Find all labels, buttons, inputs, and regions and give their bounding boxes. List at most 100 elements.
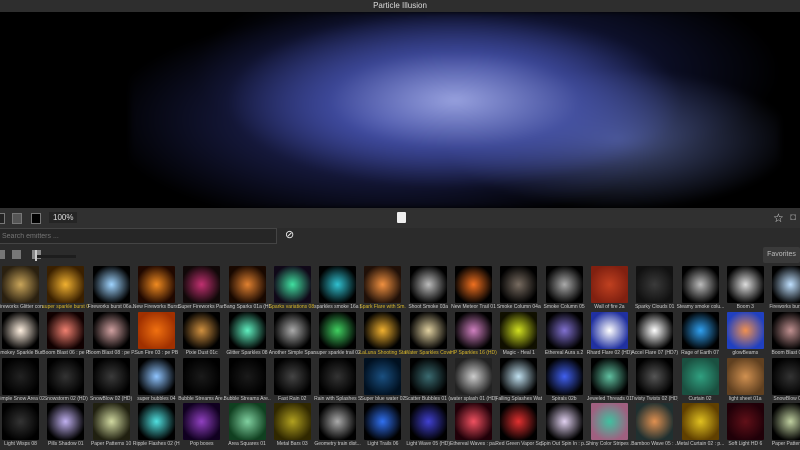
emitter-item[interactable]: Super blue water 02 — [361, 357, 406, 403]
emitter-thumbnail[interactable] — [409, 311, 447, 349]
preview-canvas[interactable] — [0, 12, 800, 208]
emitter-thumbnail[interactable] — [455, 403, 492, 441]
emitter-thumbnail[interactable] — [319, 403, 357, 441]
emitter-thumbnail[interactable] — [319, 357, 357, 395]
emitter-item[interactable]: New Fireworks Burst... — [133, 265, 180, 311]
emitter-item[interactable]: glowBeams — [724, 311, 769, 357]
emitter-item[interactable]: Ethereal Waves : pa... — [450, 402, 497, 448]
emitter-item[interactable]: Light Wisps 08 — [0, 402, 44, 448]
emitter-item[interactable]: Rhard Flare 02 (HD) — [587, 311, 633, 357]
emitter-item[interactable]: Geometry train dist... — [314, 402, 361, 448]
emitter-item[interactable]: Pills Shadow 01 — [44, 402, 89, 448]
emitter-item[interactable]: Spin Out Spin In : p... — [541, 402, 588, 448]
emitter-thumbnail[interactable] — [590, 403, 628, 441]
emitter-thumbnail[interactable] — [455, 357, 492, 395]
emitter-item[interactable]: sparkles smoke 16a (... — [314, 265, 361, 311]
emitter-thumbnail[interactable] — [92, 266, 130, 303]
thumbnail-size-slider[interactable] — [36, 255, 76, 258]
zoom-level[interactable]: 100% — [49, 212, 78, 223]
emitter-thumbnail[interactable] — [228, 403, 266, 441]
playhead-marker[interactable] — [397, 212, 406, 223]
emitter-item[interactable]: Shoot Smoke 03a — [407, 265, 452, 311]
emitter-thumbnail[interactable] — [726, 403, 764, 441]
emitter-item[interactable]: Bubble Streams Are... — [178, 357, 225, 403]
emitter-thumbnail[interactable] — [636, 403, 674, 441]
emitter-item[interactable]: Ethereal Aura s.2 — [543, 311, 588, 357]
emitter-item[interactable]: Curtain 02 — [679, 357, 724, 403]
emitter-item[interactable]: Rain with Splashes S... — [314, 357, 361, 403]
emitter-thumbnail[interactable] — [364, 311, 402, 349]
emitter-thumbnail[interactable] — [726, 266, 764, 303]
emitter-thumbnail[interactable] — [2, 266, 39, 303]
emitter-thumbnail[interactable] — [545, 403, 583, 441]
emitter-item[interactable]: LaLuna Shooting Sta... — [359, 311, 406, 357]
emitter-item[interactable]: Glitter Sparkles 08 — [226, 311, 271, 357]
emitter-thumbnail[interactable] — [183, 266, 221, 303]
emitter-item[interactable]: Accel Flare 07 (HD7) — [631, 311, 678, 357]
emitter-thumbnail[interactable] — [47, 266, 85, 303]
emitter-item[interactable]: super bubbles 04 — [135, 357, 180, 403]
emitter-item[interactable]: Another Simple Spar... — [269, 311, 316, 357]
emitter-thumbnail[interactable] — [2, 357, 39, 395]
emitter-thumbnail[interactable] — [636, 357, 674, 395]
emitter-thumbnail[interactable] — [726, 311, 764, 349]
emitter-thumbnail[interactable] — [2, 403, 39, 441]
emitter-item[interactable]: Simple Snow Area 02 — [0, 357, 44, 403]
emitter-thumbnail[interactable] — [47, 311, 85, 349]
emitter-item[interactable]: Super Fireworks Par... — [178, 265, 225, 311]
emitter-item[interactable]: Wall of fire 2a — [588, 265, 633, 311]
emitter-thumbnail[interactable] — [92, 311, 130, 349]
emitter-thumbnail[interactable] — [545, 357, 583, 395]
emitter-item[interactable]: Shiny Color Stripes ... — [586, 402, 633, 448]
emitter-thumbnail[interactable] — [409, 403, 447, 441]
emitter-item[interactable]: Pixie Dust 01c — [180, 311, 225, 357]
emitter-item[interactable]: Sun Fire 03 : pe PB — [135, 311, 180, 357]
emitter-item[interactable]: Spirals 02b — [543, 357, 588, 403]
emitter-thumbnail[interactable] — [183, 357, 221, 395]
emitter-item[interactable]: Red Green Vapor Sq... — [495, 402, 542, 448]
emitter-item[interactable]: super sparkle burst 02 — [42, 265, 89, 311]
emitter-thumbnail[interactable] — [590, 311, 628, 349]
emitter-item[interactable]: SnowBlow 02 (HD) — [90, 357, 135, 403]
emitter-item[interactable]: Bang Sparks 01a (HD) — [224, 265, 271, 311]
emitter-item[interactable]: light sheet 01a — [724, 357, 769, 403]
emitter-thumbnail[interactable] — [500, 357, 538, 395]
emitter-item[interactable]: Soft Light HD 6 — [724, 402, 769, 448]
emitter-item[interactable]: Metal Curtain 02 : p... — [677, 402, 724, 448]
star-icon[interactable]: ☆ — [773, 211, 784, 225]
emitter-thumbnail[interactable] — [455, 311, 492, 349]
filmstrip-icon[interactable] — [12, 213, 22, 224]
emitter-thumbnail[interactable] — [183, 311, 221, 349]
emitter-thumbnail[interactable] — [183, 403, 221, 441]
emitter-thumbnail[interactable] — [636, 266, 674, 303]
emitter-thumbnail[interactable] — [681, 266, 719, 303]
emitter-thumbnail[interactable] — [681, 311, 719, 349]
emitter-thumbnail[interactable] — [137, 403, 175, 441]
slider-thumb[interactable] — [35, 250, 37, 261]
emitter-thumbnail[interactable] — [228, 266, 266, 303]
emitter-item[interactable]: Smoke Column 04a — [497, 265, 542, 311]
emitter-thumbnail[interactable] — [319, 311, 357, 349]
emitter-item[interactable]: Bamboo Wave 05 : ... — [631, 402, 678, 448]
emitter-item[interactable]: Ripple Flashes 02 (H... — [133, 402, 180, 448]
emitter-thumbnail[interactable] — [47, 357, 85, 395]
emitter-thumbnail[interactable] — [545, 311, 583, 349]
emitter-thumbnail[interactable] — [364, 357, 402, 395]
emitter-thumbnail[interactable] — [545, 266, 583, 303]
emitter-thumbnail[interactable] — [409, 266, 447, 303]
favorites-button[interactable]: Favorites — [763, 247, 800, 263]
emitter-thumbnail[interactable] — [273, 403, 311, 441]
emitter-item[interactable]: Paper Patterns... — [769, 402, 800, 448]
emitter-item[interactable]: Boom Blast 08 ... — [769, 311, 800, 357]
emitter-thumbnail[interactable] — [500, 403, 538, 441]
emitter-thumbnail[interactable] — [772, 403, 800, 441]
emitter-item[interactable]: SnowBlow 02... — [769, 357, 800, 403]
emitter-thumbnail[interactable] — [47, 403, 85, 441]
emitter-item[interactable]: Spark Flare with Sm... — [359, 265, 406, 311]
emitter-thumbnail[interactable] — [772, 266, 800, 303]
emitter-item[interactable]: Area Squares 01 — [226, 402, 271, 448]
emitter-thumbnail[interactable] — [500, 311, 538, 349]
emitter-item[interactable]: Sparky Clouds 01 — [633, 265, 678, 311]
emitter-thumbnail[interactable] — [228, 357, 266, 395]
emitter-thumbnail[interactable] — [319, 266, 357, 303]
